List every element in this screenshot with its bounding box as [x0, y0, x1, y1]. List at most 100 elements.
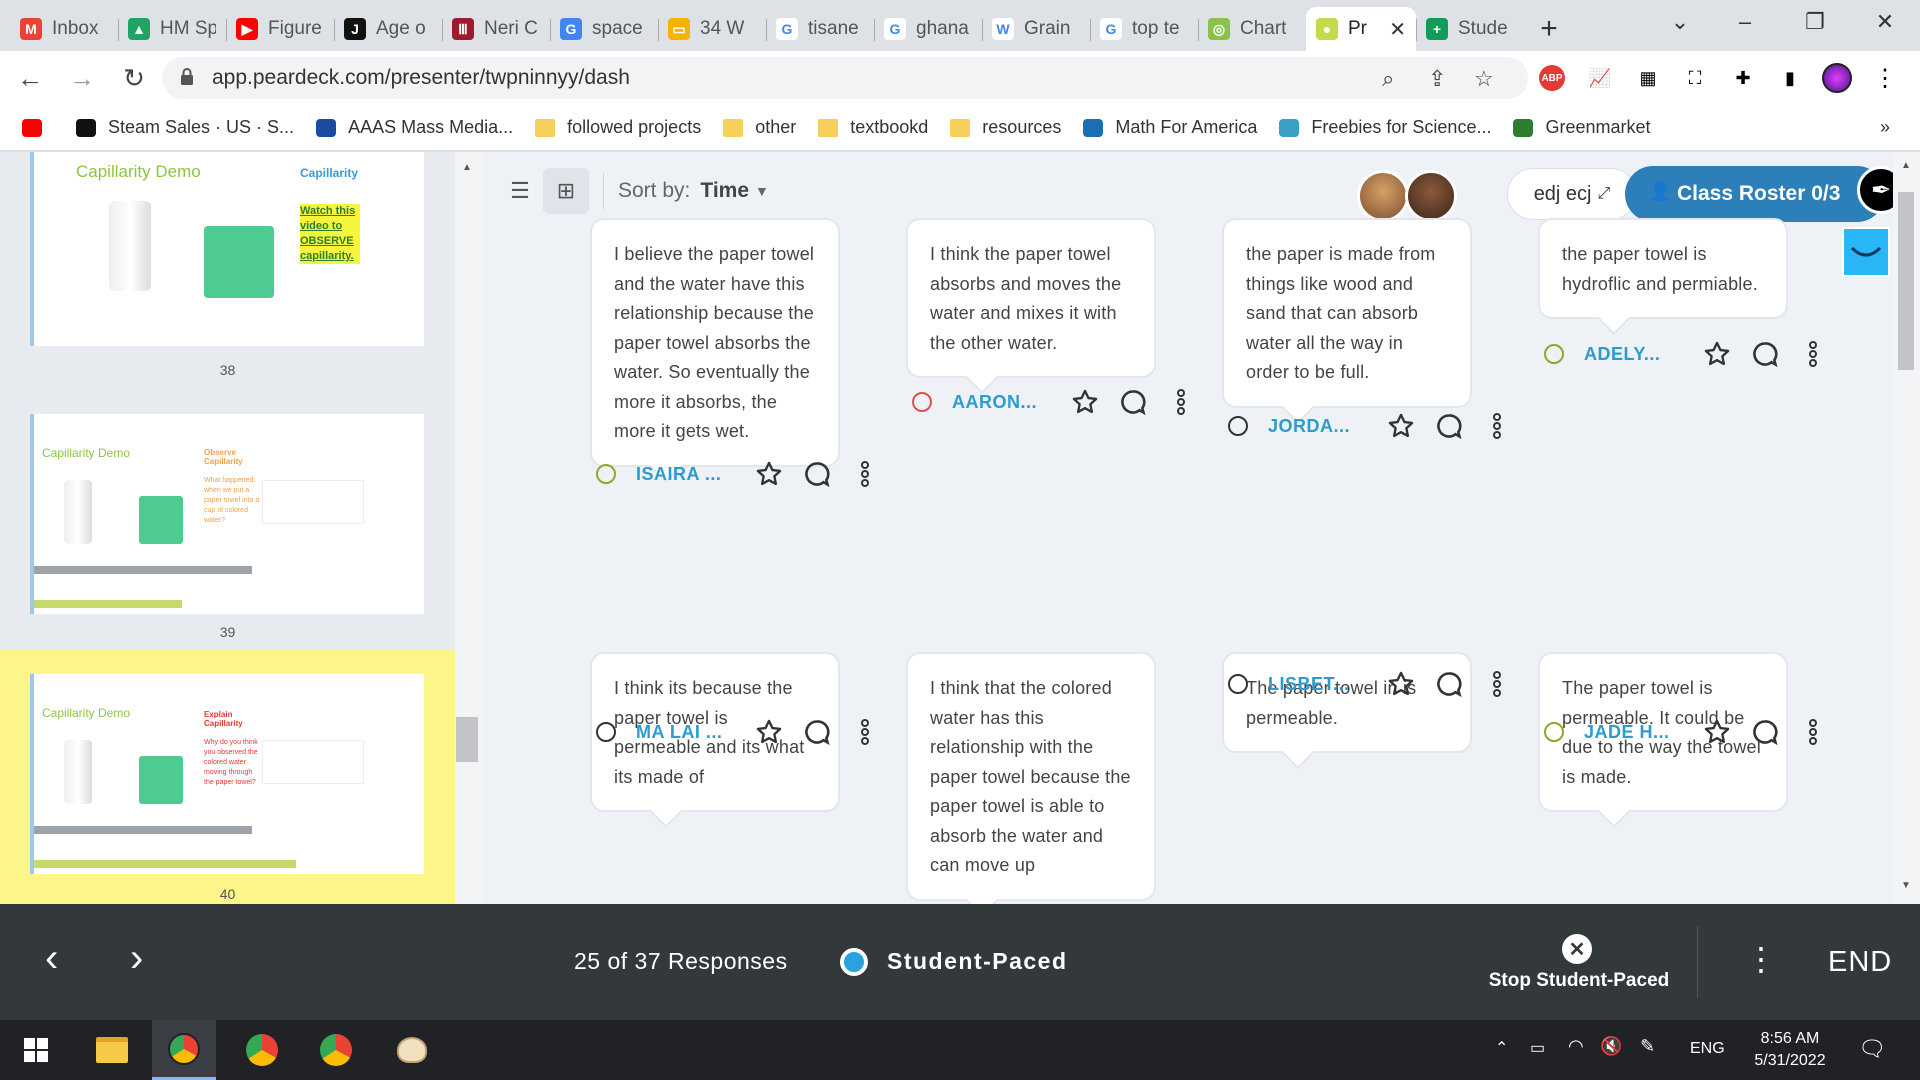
student-name[interactable]: LISBET... — [1268, 674, 1368, 695]
bookmark-item[interactable]: AAAS Mass Media... — [316, 117, 513, 138]
browser-tab[interactable]: Gtop te — [1090, 7, 1198, 51]
student-name[interactable]: AARON... — [952, 392, 1052, 413]
smile-widget-icon[interactable] — [1842, 227, 1890, 277]
response-card[interactable]: The paper towel in is permeable. — [1222, 652, 1472, 753]
next-slide-button[interactable]: › — [130, 938, 143, 978]
zoom-icon[interactable]: ⌕ — [1382, 66, 1394, 92]
bookmark-item[interactable]: Math For America — [1083, 117, 1257, 138]
star-icon[interactable] — [1702, 339, 1732, 369]
bookmark-item[interactable]: resources — [950, 117, 1061, 138]
minimize-button[interactable]: – — [1710, 0, 1780, 44]
bookmark-item[interactable]: Greenmarket — [1513, 117, 1651, 138]
browser-tab[interactable]: ◎ Chart — [1198, 7, 1306, 51]
browser-tab[interactable]: M Inbox — [10, 7, 118, 51]
star-icon[interactable] — [1070, 387, 1100, 417]
comment-icon[interactable] — [1118, 387, 1148, 417]
main-scrollbar[interactable]: ▲ ▼ — [1893, 152, 1920, 904]
response-card[interactable]: the paper towel is hydroflic and permiab… — [1538, 218, 1788, 319]
student-name[interactable]: JORDA... — [1268, 416, 1368, 437]
more-vertical-icon[interactable] — [1482, 669, 1512, 699]
browser-tab[interactable]: ▶ Figure — [226, 7, 334, 51]
chrome-profile-1-icon[interactable] — [152, 1020, 216, 1080]
pen-icon[interactable]: ✎ — [1640, 1036, 1655, 1057]
bookmark-item[interactable]: Steam Sales · US · S... — [76, 117, 294, 138]
screenshot-icon[interactable]: ⛶ — [1680, 63, 1710, 93]
bookmark-star-icon[interactable]: ☆ — [1474, 66, 1494, 92]
class-roster-button[interactable]: 👤 Class Roster 0/3 — [1625, 166, 1885, 222]
class-code-button[interactable]: edj ecj ⤢ — [1507, 168, 1637, 220]
back-button[interactable]: ← — [8, 56, 52, 100]
browser-tab[interactable]: ▲ HM Sp — [118, 7, 226, 51]
profile-avatar[interactable] — [1822, 63, 1852, 93]
bookmark-item[interactable]: followed projects — [535, 117, 701, 138]
browser-tab[interactable]: Ⅲ Neri C — [442, 7, 550, 51]
list-view-icon[interactable]: ☰ — [497, 168, 543, 214]
browser-tab[interactable]: Gtisane — [766, 7, 874, 51]
restore-button[interactable]: ❐ — [1780, 0, 1850, 44]
chrome-profile-3-icon[interactable] — [304, 1020, 368, 1080]
previous-slide-button[interactable]: ‹ — [45, 938, 58, 978]
student-name[interactable]: ADELY... — [1584, 344, 1684, 365]
sort-select[interactable]: Time — [700, 179, 749, 203]
puzzle-extension-icon[interactable]: ▦ — [1633, 63, 1663, 93]
response-card[interactable]: I think that the colored water has this … — [906, 652, 1156, 901]
file-explorer-icon[interactable] — [80, 1020, 144, 1080]
close-window-button[interactable]: ✕ — [1850, 0, 1920, 44]
stop-student-paced-button[interactable]: ✕ Stop Student-Paced — [1479, 904, 1679, 1020]
side-panel-icon[interactable]: ▮ — [1775, 63, 1805, 93]
paint-icon[interactable] — [380, 1020, 444, 1080]
grid-view-icon[interactable]: ⊞ — [543, 168, 589, 214]
bookmarks-overflow-icon[interactable]: » — [1880, 117, 1890, 138]
slide-thumbnail-40[interactable]: Capillarity Demo Explain Capillarity Why… — [0, 650, 455, 904]
star-icon[interactable] — [1386, 411, 1416, 441]
forward-button[interactable]: → — [60, 56, 104, 100]
bookmark-item[interactable]: textbookd — [818, 117, 928, 138]
sidebar-scroll-thumb[interactable] — [456, 717, 478, 762]
wifi-icon[interactable]: ◠ — [1568, 1036, 1584, 1057]
address-bar[interactable]: app.peardeck.com/presenter/twpninnyy/das… — [162, 57, 1528, 99]
sidebar-scrollbar[interactable]: ▲ — [455, 152, 485, 904]
browser-tab[interactable]: Gspace — [550, 7, 658, 51]
bookmark-item[interactable]: Freebies for Science... — [1279, 117, 1491, 138]
language-indicator[interactable]: ENG — [1690, 1040, 1725, 1058]
comment-icon[interactable] — [1434, 411, 1464, 441]
comment-icon[interactable] — [802, 717, 832, 747]
comment-icon[interactable] — [1434, 669, 1464, 699]
more-vertical-icon[interactable] — [850, 717, 880, 747]
response-card[interactable]: I believe the paper towel and the water … — [590, 218, 840, 467]
response-card[interactable]: the paper is made from things like wood … — [1222, 218, 1472, 408]
more-vertical-icon[interactable] — [1798, 339, 1828, 369]
more-vertical-icon[interactable] — [850, 459, 880, 489]
comment-icon[interactable] — [802, 459, 832, 489]
comment-icon[interactable] — [1750, 717, 1780, 747]
battery-icon[interactable]: ▭ — [1530, 1038, 1545, 1058]
chart-extension-icon[interactable]: 📈 — [1585, 63, 1615, 93]
more-options-icon[interactable]: ⋮ — [1745, 940, 1777, 978]
browser-tab[interactable]: ▭ 34 W — [658, 7, 766, 51]
extensions-icon[interactable]: ✚ — [1728, 63, 1758, 93]
more-vertical-icon[interactable] — [1482, 411, 1512, 441]
star-icon[interactable] — [754, 717, 784, 747]
star-icon[interactable] — [1702, 717, 1732, 747]
close-tab-icon[interactable]: ✕ — [1389, 17, 1406, 42]
end-button[interactable]: END — [1828, 946, 1892, 979]
browser-tab[interactable]: + Stude — [1416, 7, 1524, 51]
comment-icon[interactable] — [1750, 339, 1780, 369]
slide-thumbnail-39[interactable]: Capillarity Demo Observe Capillarity Wha… — [0, 414, 455, 654]
share-icon[interactable]: ⇪ — [1428, 66, 1446, 92]
chrome-profile-2-icon[interactable] — [230, 1020, 294, 1080]
browser-tab[interactable]: W Grain — [982, 7, 1090, 51]
adblock-icon[interactable]: ABP — [1537, 63, 1567, 93]
volume-icon[interactable]: 🔇 — [1600, 1036, 1622, 1057]
bookmark-youtube[interactable] — [22, 118, 54, 137]
browser-tab[interactable]: J Age o — [334, 7, 442, 51]
chevron-down-icon[interactable]: ▼ — [755, 183, 769, 199]
new-tab-button[interactable]: + — [1524, 7, 1574, 51]
bookmark-item[interactable]: other — [723, 117, 796, 138]
star-icon[interactable] — [754, 459, 784, 489]
tab-search-icon[interactable]: ⌄ — [1645, 0, 1715, 44]
student-name[interactable]: MA LAI ... — [636, 722, 736, 743]
response-card[interactable]: I think the paper towel absorbs and move… — [906, 218, 1156, 378]
menu-icon[interactable]: ⋮ — [1870, 63, 1900, 93]
student-name[interactable]: JADE H... — [1584, 722, 1684, 743]
